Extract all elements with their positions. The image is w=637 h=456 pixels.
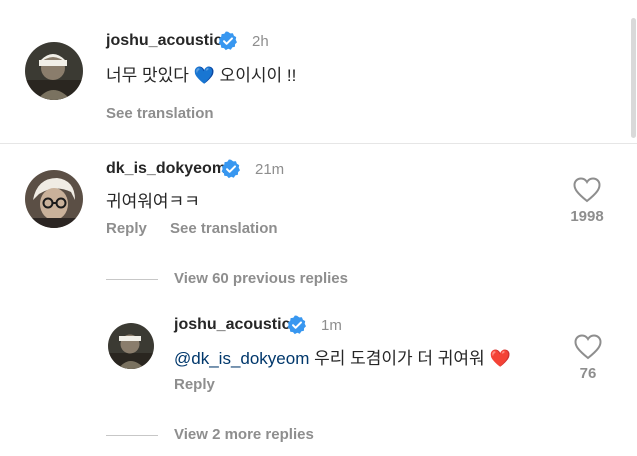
like-count: 76	[579, 365, 597, 382]
blue-heart-emoji: 💙	[193, 66, 215, 85]
mention-link[interactable]: @dk_is_dokyeom	[174, 349, 309, 368]
comment-time: 2h	[252, 33, 269, 50]
avatar[interactable]	[25, 170, 83, 228]
comment-time: 21m	[255, 161, 285, 178]
comment-text: 귀여워여ㅋㅋ	[106, 192, 200, 211]
comment-text: @dk_is_dokyeom 우리 도겸이가 더 귀여워 ❤️	[174, 344, 511, 369]
comment-time: 1m	[321, 317, 342, 334]
red-heart-emoji: ❤️	[489, 349, 511, 368]
username[interactable]: joshu_acoustic	[106, 32, 222, 50]
replies-divider	[106, 435, 158, 436]
see-translation-link[interactable]: See translation	[170, 220, 278, 237]
verified-badge-icon	[221, 159, 241, 184]
verified-badge-icon	[218, 31, 238, 56]
verified-badge-icon	[287, 315, 307, 340]
avatar[interactable]	[108, 323, 154, 369]
reply-button[interactable]: Reply	[174, 376, 215, 393]
see-translation-link[interactable]: See translation	[106, 105, 214, 122]
comment-text-body: 우리 도겸이가 더 귀여워	[314, 349, 485, 368]
username[interactable]: dk_is_dokyeom	[106, 160, 226, 178]
like-heart-icon[interactable]	[573, 177, 601, 208]
comment-joshu-acoustic: joshu_acoustic 2h 너무 맛있다 💙 오이시이 !! See t…	[0, 0, 637, 140]
comment-text-part1: 너무 맛있다	[106, 66, 189, 85]
comment-text: 너무 맛있다 💙 오이시이 !!	[106, 61, 296, 86]
reply-joshu-acoustic: joshu_acoustic 1m @dk_is_dokyeom 우리 도겸이가…	[0, 305, 637, 405]
comment-dk-is-dokyeom: dk_is_dokyeom 21m 귀여워여ㅋㅋ Reply See trans…	[0, 144, 637, 254]
like-count: 1998	[570, 208, 604, 225]
view-more-replies-link[interactable]: View 2 more replies	[174, 426, 314, 443]
avatar[interactable]	[25, 42, 83, 100]
view-previous-replies-link[interactable]: View 60 previous replies	[174, 270, 348, 287]
reply-button[interactable]: Reply	[106, 220, 147, 237]
like-heart-icon[interactable]	[574, 334, 602, 365]
username[interactable]: joshu_acoustic	[174, 316, 290, 334]
replies-divider	[106, 279, 158, 280]
comment-text-part2: 오이시이 !!	[219, 66, 297, 85]
